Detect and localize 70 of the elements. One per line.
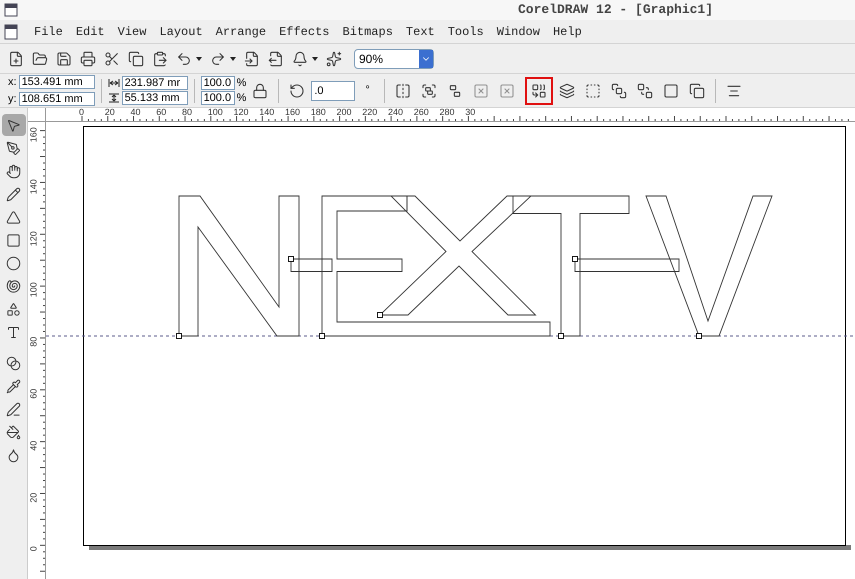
- ruler-label: 140: [259, 108, 274, 119]
- y-position-field[interactable]: 108.651 mm: [18, 92, 95, 106]
- height-icon: [108, 93, 120, 103]
- percent-label: %: [236, 90, 246, 106]
- percent-label: %: [236, 76, 246, 90]
- hand-icon: [6, 164, 21, 178]
- ruler-label: 140: [27, 178, 40, 196]
- menu-item[interactable]: Window: [496, 22, 540, 40]
- rotation-field[interactable]: .0: [311, 80, 356, 100]
- ruler-label: 200: [336, 108, 352, 119]
- ruler-label: 220: [362, 108, 378, 119]
- degree-label: °: [365, 83, 370, 98]
- height-field[interactable]: 55.133 mm: [122, 91, 188, 105]
- caret-icon: [312, 56, 318, 60]
- ruler-label: 40: [27, 440, 40, 453]
- ruler-label: 180: [310, 108, 326, 119]
- x-label: x:: [8, 74, 17, 90]
- toolbox-tool[interactable]: [2, 114, 26, 136]
- paint-bucket-icon: [6, 424, 21, 440]
- scale-x-field[interactable]: 100.0: [200, 76, 235, 90]
- spiral-icon: [6, 278, 21, 294]
- ellipse-icon: [6, 256, 21, 270]
- document-icon: [4, 24, 18, 40]
- width-field[interactable]: 231.987 mr: [122, 76, 188, 90]
- menu-item[interactable]: Text: [406, 22, 435, 40]
- menu-item[interactable]: Effects: [279, 22, 330, 40]
- rectangle-icon: [6, 232, 21, 248]
- ruler-label: 80: [27, 336, 40, 349]
- ruler-label: 0: [27, 546, 40, 554]
- window-title: CorelDRAW 12 - [Graphic1]: [518, 1, 714, 20]
- pointer-icon: [6, 118, 21, 132]
- width-icon: [108, 78, 120, 88]
- caret-icon: [230, 56, 236, 60]
- ruler-label: 60: [156, 108, 166, 119]
- eyedropper-icon: [6, 378, 21, 394]
- scale-y-field[interactable]: 100.0: [200, 91, 235, 105]
- ruler-label: 280: [440, 108, 455, 119]
- ruler-label: 20: [104, 108, 115, 119]
- drop-icon: [6, 448, 21, 462]
- ruler-label: 20: [27, 491, 40, 504]
- zoom-dropdown[interactable]: 90%: [354, 48, 434, 68]
- ruler-label: 120: [27, 230, 40, 248]
- pencil-icon: [6, 186, 21, 202]
- ruler-label: 0: [79, 108, 84, 119]
- menu-item[interactable]: File: [34, 22, 63, 40]
- menu-item[interactable]: Layout: [159, 22, 203, 40]
- menu-item[interactable]: Edit: [76, 22, 105, 40]
- caret-icon: [196, 56, 202, 60]
- ruler-label: 100: [208, 108, 223, 119]
- triangle-icon: [6, 210, 21, 224]
- menu-item[interactable]: Bitmaps: [342, 22, 393, 40]
- ruler-label: 160: [27, 126, 40, 144]
- ruler-label: 260: [414, 108, 429, 119]
- menu-item[interactable]: Arrange: [216, 22, 266, 40]
- ruler-label: 40: [130, 108, 141, 119]
- ruler-label: 240: [388, 108, 404, 119]
- ruler-label: 160: [285, 108, 300, 119]
- ruler-label: 100: [27, 282, 40, 300]
- shapes-icon: [6, 302, 21, 316]
- menu-item[interactable]: View: [118, 22, 146, 40]
- ruler-label: 120: [234, 108, 249, 119]
- menu-item[interactable]: Help: [552, 22, 582, 40]
- app-icon: [4, 3, 18, 17]
- x-position-field[interactable]: 153.491 mm: [18, 74, 95, 89]
- ruler-label: 80: [182, 108, 192, 119]
- ruler-label: 30: [465, 108, 476, 119]
- y-label: y:: [8, 92, 17, 107]
- text-tool-icon: [6, 324, 21, 340]
- ruler-label: 60: [27, 388, 40, 401]
- menu-item[interactable]: Tools: [448, 22, 484, 40]
